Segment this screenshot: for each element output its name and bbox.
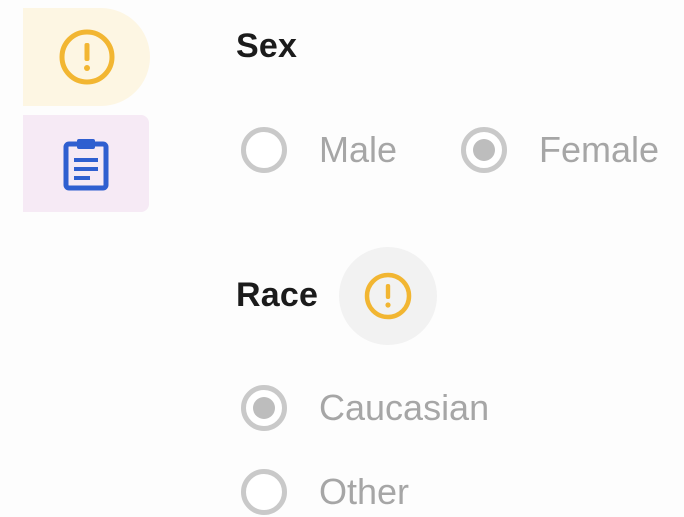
warning-circle-icon: [59, 29, 114, 85]
sidebar-tab-clipboard[interactable]: [23, 115, 149, 212]
clipboard-icon: [63, 138, 109, 190]
radio-button-selected[interactable]: [241, 385, 287, 431]
race-option-caucasian[interactable]: Caucasian: [241, 385, 489, 431]
warning-circle-icon: [364, 272, 412, 320]
sex-option-male[interactable]: Male: [241, 127, 397, 173]
form-screen: Sex Male Female Race Caucasian Other: [0, 0, 684, 517]
radio-button-unselected[interactable]: [241, 127, 287, 173]
race-warning-button[interactable]: [339, 247, 437, 345]
sidebar-tab-warning[interactable]: [23, 8, 150, 106]
radio-label: Male: [319, 129, 398, 170]
sex-label: Sex: [236, 27, 298, 65]
radio-label: Female: [539, 129, 660, 170]
radio-selected-dot: [253, 397, 275, 419]
sex-option-female[interactable]: Female: [461, 127, 659, 173]
radio-label: Caucasian: [319, 387, 490, 428]
radio-button-selected[interactable]: [461, 127, 507, 173]
radio-label: Other: [319, 471, 410, 512]
radio-button-unselected[interactable]: [241, 469, 287, 515]
radio-selected-dot: [473, 139, 495, 161]
race-option-other[interactable]: Other: [241, 469, 409, 515]
race-label: Race: [236, 276, 319, 314]
